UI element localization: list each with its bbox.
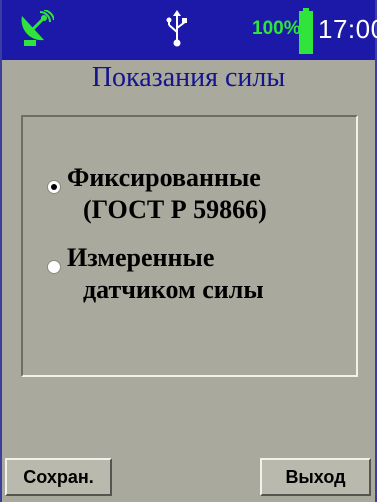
battery-icon [299,8,313,54]
option-measured-line2: датчиком силы [83,275,264,304]
radio-button-selected[interactable] [47,180,61,194]
option-measured-line1: Измеренные [67,243,215,272]
option-fixed[interactable]: Фиксированные (ГОСТ Р 59866) [47,162,267,226]
exit-button[interactable]: Выход [260,458,371,496]
battery-percentage: 100% [252,18,301,39]
satellite-antenna-icon [21,10,54,46]
option-measured[interactable]: Измеренные датчиком силы [47,242,264,306]
device-screen: 100% 17:00 Показания силы Фиксированные … [0,0,377,502]
save-button[interactable]: Сохран. [5,458,112,496]
option-measured-label: Измеренные датчиком силы [67,242,264,306]
radio-button-unselected[interactable] [47,260,61,274]
options-panel: Фиксированные (ГОСТ Р 59866) Измеренные … [21,115,358,377]
option-fixed-line1: Фиксированные [67,163,261,192]
option-fixed-label: Фиксированные (ГОСТ Р 59866) [67,162,267,226]
page-title: Показания силы [91,62,286,93]
option-fixed-line2: (ГОСТ Р 59866) [83,195,267,224]
usb-icon [166,10,187,47]
status-bar: 100% 17:00 [2,0,377,60]
clock: 17:00 [318,14,377,44]
